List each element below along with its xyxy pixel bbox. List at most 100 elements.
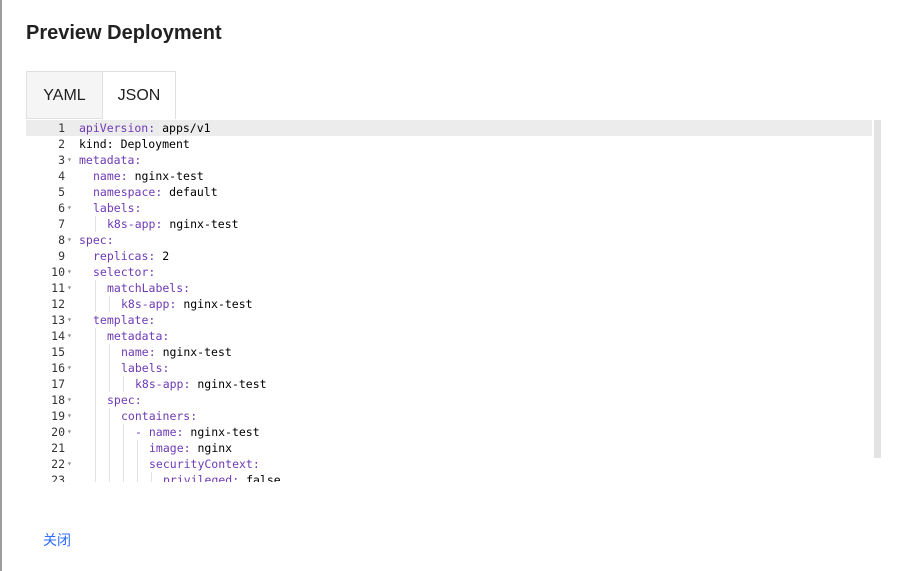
code-text: k8s-app: nginx-test [135, 376, 267, 392]
code-text: privileged: false [163, 472, 281, 482]
indent-guide [81, 392, 82, 408]
yaml-value: default [162, 185, 218, 199]
code-line[interactable]: 19 ▾ containers: [26, 408, 872, 424]
yaml-value: apps/v1 [155, 121, 211, 135]
line-number: 11 [51, 281, 65, 295]
code-line[interactable]: 6 ▾ labels: [26, 200, 872, 216]
line-number: 7 [58, 217, 65, 231]
format-tabs: YAML JSON [26, 71, 176, 119]
code-text: selector: [93, 264, 155, 280]
indent-guide [95, 472, 96, 482]
code-line[interactable]: 14 ▾ metadata: [26, 328, 872, 344]
line-number: 17 [51, 377, 65, 391]
indent-guide [123, 472, 124, 482]
tab-json[interactable]: JSON [102, 71, 176, 119]
indent-guide [81, 168, 82, 184]
code-text: namespace: default [93, 184, 218, 200]
code-text: replicas: 2 [93, 248, 169, 264]
yaml-colon: : [134, 201, 142, 215]
code-line[interactable]: 11 ▾ matchLabels: [26, 280, 872, 296]
yaml-key: labels [121, 361, 163, 375]
code-line[interactable]: 20 ▾ - name: nginx-test [26, 424, 872, 440]
code-text: - name: nginx-test [135, 424, 260, 440]
indent-guide [95, 376, 96, 392]
fold-caret-icon[interactable]: ▾ [67, 312, 75, 328]
code-text: template: [93, 312, 155, 328]
code-line[interactable]: 3 ▾ metadata: [26, 152, 872, 168]
code-line[interactable]: 2 kind: Deployment [26, 136, 872, 152]
indent-guide [95, 360, 96, 376]
yaml-value: nginx-test [176, 297, 253, 311]
code-text: name: nginx-test [93, 168, 204, 184]
code-line[interactable]: 22 ▾ securityContext: [26, 456, 872, 472]
fold-caret-icon[interactable]: ▾ [67, 232, 75, 248]
code-line[interactable]: 9 replicas: 2 [26, 248, 872, 264]
fold-caret-icon[interactable]: ▾ [67, 200, 75, 216]
code-text: metadata: [79, 152, 141, 168]
fold-caret-icon[interactable]: ▾ [67, 280, 75, 296]
code-line[interactable]: 8 ▾ spec: [26, 232, 872, 248]
yaml-colon: : [134, 393, 142, 407]
code-line[interactable]: 13 ▾ template: [26, 312, 872, 328]
indent-guide [95, 424, 96, 440]
yaml-colon: : [183, 441, 191, 455]
line-number: 2 [58, 137, 65, 151]
line-number: 19 [51, 409, 65, 423]
line-number: 4 [58, 169, 65, 183]
fold-caret-icon[interactable]: ▾ [67, 360, 75, 376]
yaml-key: k8s-app [121, 297, 170, 311]
line-number: 20 [51, 425, 65, 439]
indent-guide [109, 360, 110, 376]
line-number: 16 [51, 361, 65, 375]
indent-guide [95, 456, 96, 472]
fold-caret-icon[interactable]: ▾ [67, 264, 75, 280]
indent-guide [151, 472, 152, 482]
close-button[interactable]: 关闭 [43, 530, 71, 550]
editor-scrollbar[interactable] [874, 120, 881, 458]
indent-guide [137, 456, 138, 472]
indent-guide [123, 456, 124, 472]
indent-guide [137, 472, 138, 482]
line-number: 3 [58, 153, 65, 167]
fold-caret-icon[interactable]: ▾ [67, 424, 75, 440]
yaml-key: selector [93, 265, 149, 279]
indent-guide [81, 456, 82, 472]
yaml-value: nginx-test [155, 345, 232, 359]
code-text: kind: Deployment [79, 136, 190, 152]
yaml-colon: : [120, 169, 128, 183]
code-text: apiVersion: apps/v1 [79, 120, 211, 136]
indent-guide [123, 424, 124, 440]
code-line[interactable]: 10 ▾ selector: [26, 264, 872, 280]
yaml-key: namespace [93, 185, 156, 199]
yaml-key: name [148, 425, 177, 439]
code-line[interactable]: 15 name: nginx-test [26, 344, 872, 360]
line-number: 10 [51, 265, 65, 279]
indent-guide [81, 200, 82, 216]
indent-guide [81, 264, 82, 280]
list-dash: - [135, 425, 149, 439]
fold-caret-icon[interactable]: ▾ [67, 392, 75, 408]
yaml-colon: : [148, 345, 156, 359]
line-number: 14 [51, 329, 65, 343]
code-line[interactable]: 21 image: nginx [26, 440, 872, 456]
code-line[interactable]: 17 k8s-app: nginx-test [26, 376, 872, 392]
indent-guide [109, 296, 110, 312]
code-line[interactable]: 16 ▾ labels: [26, 360, 872, 376]
code-line[interactable]: 4 name: nginx-test [26, 168, 872, 184]
yaml-value: false [239, 473, 281, 482]
code-line[interactable]: 1 apiVersion: apps/v1 [26, 120, 872, 136]
code-line[interactable]: 5 namespace: default [26, 184, 872, 200]
code-line[interactable]: 12 k8s-app: nginx-test [26, 296, 872, 312]
fold-caret-icon[interactable]: ▾ [67, 456, 75, 472]
fold-caret-icon[interactable]: ▾ [67, 328, 75, 344]
indent-guide [137, 440, 138, 456]
fold-caret-icon[interactable]: ▾ [67, 408, 75, 424]
tab-yaml[interactable]: YAML [26, 71, 102, 119]
code-line[interactable]: 7 k8s-app: nginx-test [26, 216, 872, 232]
code-line[interactable]: 18 ▾ spec: [26, 392, 872, 408]
fold-caret-icon[interactable]: ▾ [67, 152, 75, 168]
indent-guide [95, 392, 96, 408]
code-line[interactable]: 23 privileged: false [26, 472, 872, 482]
yaml-code-editor[interactable]: 1 apiVersion: apps/v1 2 kind: Deployment 3 ▾ m… [26, 120, 881, 482]
code-text: securityContext: [149, 456, 260, 472]
